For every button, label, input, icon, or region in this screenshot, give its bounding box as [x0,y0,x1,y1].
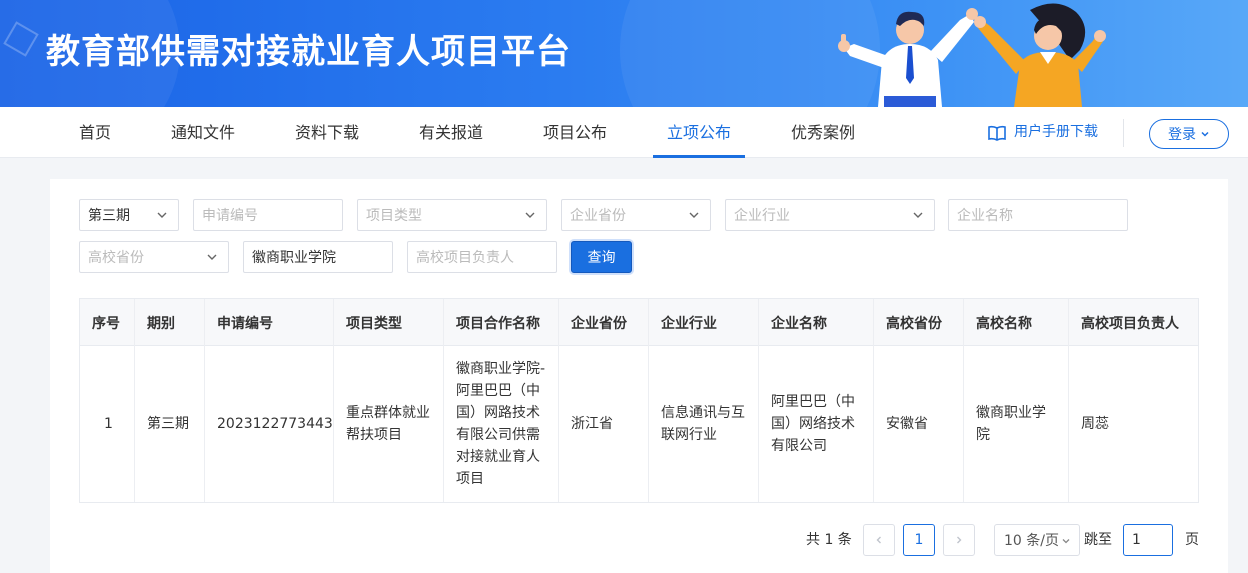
column-header: 项目类型 [334,299,444,346]
company-province-select[interactable]: 企业省份 [561,199,711,231]
table-cell-company-industry: 信息通讯与互联网行业 [649,346,759,502]
column-header: 项目合作名称 [444,299,559,346]
table-cell-index: 1 [80,346,135,502]
nav-item-home[interactable]: 首页 [79,107,111,158]
nav-item-excellent-cases[interactable]: 优秀案例 [791,107,855,158]
company-name-input[interactable]: 企业名称 [948,199,1128,231]
page-size-value: 10 条/页 [1004,533,1059,549]
column-header: 企业行业 [649,299,759,346]
column-header: 高校省份 [874,299,964,346]
column-header: 企业省份 [559,299,649,346]
chevron-down-icon [525,212,535,218]
nav-item-notices[interactable]: 通知文件 [171,107,235,158]
chevron-down-icon [157,212,167,218]
company-industry-select[interactable]: 企业行业 [725,199,935,231]
chevron-down-icon [689,212,699,218]
login-label: 登录 [1168,127,1196,143]
user-manual-label: 用户手册下载 [1014,124,1098,140]
college-leader-placeholder: 高校项目负责人 [416,250,514,266]
page-unit-label: 页 [1185,532,1199,548]
company-industry-placeholder: 企业行业 [734,208,790,224]
jump-page-input[interactable]: 1 [1123,524,1173,556]
results-table: 序号 期别 申请编号 项目类型 项目合作名称 企业省份 企业行业 企业名称 高校… [79,298,1199,503]
prev-page-button[interactable] [863,524,895,556]
table-cell-application-no: 2023122773443 [205,346,334,502]
chevron-left-icon [876,536,881,544]
college-province-placeholder: 高校省份 [88,250,144,266]
login-button[interactable]: 登录 [1149,119,1229,149]
chevron-down-icon [913,212,923,218]
column-header: 高校项目负责人 [1081,315,1179,332]
next-page-button[interactable] [943,524,975,556]
company-name-placeholder: 企业名称 [957,208,1013,224]
pagination-total: 共 1 条 [806,532,852,548]
nav-item-approval-announce[interactable]: 立项公布 [653,107,745,158]
nav-divider [1123,119,1124,147]
user-manual-download-link[interactable]: 用户手册下载 [988,107,1098,158]
table-header: 序号 期别 申请编号 项目类型 项目合作名称 企业省份 企业行业 企业名称 高校… [80,299,1198,346]
table-cell-project-type: 重点群体就业帮扶项目 [334,346,444,502]
nav-item-downloads[interactable]: 资料下载 [295,107,359,158]
table-cell-college-leader: 周蕊 [1081,416,1109,432]
chevron-down-icon [207,254,217,260]
table-row: 1 第三期 2023122773443 重点群体就业帮扶项目 徽商职业学院-阿里… [80,346,1198,502]
query-button[interactable]: 查询 [571,241,632,273]
jump-label: 跳至 [1084,532,1112,548]
nav-item-project-announce[interactable]: 项目公布 [543,107,607,158]
book-icon [988,125,1006,141]
application-no-input[interactable]: 申请编号 [193,199,343,231]
period-select[interactable]: 第三期 [79,199,179,231]
chevron-down-icon [1062,539,1070,544]
company-province-placeholder: 企业省份 [570,208,626,224]
column-header: 企业名称 [759,299,874,346]
chevron-right-icon [957,536,962,544]
header-banner: 教育部供需对接就业育人项目平台 [0,0,1248,107]
application-no-placeholder: 申请编号 [202,208,258,224]
column-header: 序号 [80,299,135,346]
college-name-value: 徽商职业学院 [252,250,336,266]
table-cell-college-province: 安徽省 [874,346,964,502]
table-cell-company-province: 浙江省 [559,346,649,502]
college-name-input[interactable]: 徽商职业学院 [243,241,393,273]
site-title: 教育部供需对接就业育人项目平台 [46,32,571,72]
people-illustration [838,3,1106,107]
page-size-select[interactable]: 10 条/页 [994,524,1080,556]
column-header: 期别 [135,299,205,346]
column-header: 申请编号 [205,299,334,346]
main-nav: 首页 通知文件 资料下载 有关报道 项目公布 立项公布 优秀案例 用户手册下载 [0,107,1248,158]
page-number-button[interactable]: 1 [903,524,935,556]
project-type-select[interactable]: 项目类型 [357,199,547,231]
project-type-placeholder: 项目类型 [366,208,422,224]
table-cell-project-name: 徽商职业学院-阿里巴巴（中国）网路技术有限公司供需对接就业育人项目 [444,346,559,502]
table-cell-college-name: 徽商职业学院 [964,346,1069,502]
period-select-value: 第三期 [88,208,130,224]
college-leader-input[interactable]: 高校项目负责人 [407,241,557,273]
table-cell-company-name: 阿里巴巴（中国）网络技术有限公司 [759,346,874,502]
chevron-down-icon [1201,131,1209,137]
college-province-select[interactable]: 高校省份 [79,241,229,273]
table-cell-period: 第三期 [135,346,205,502]
column-header: 高校名称 [964,299,1069,346]
nav-item-reports[interactable]: 有关报道 [419,107,483,158]
